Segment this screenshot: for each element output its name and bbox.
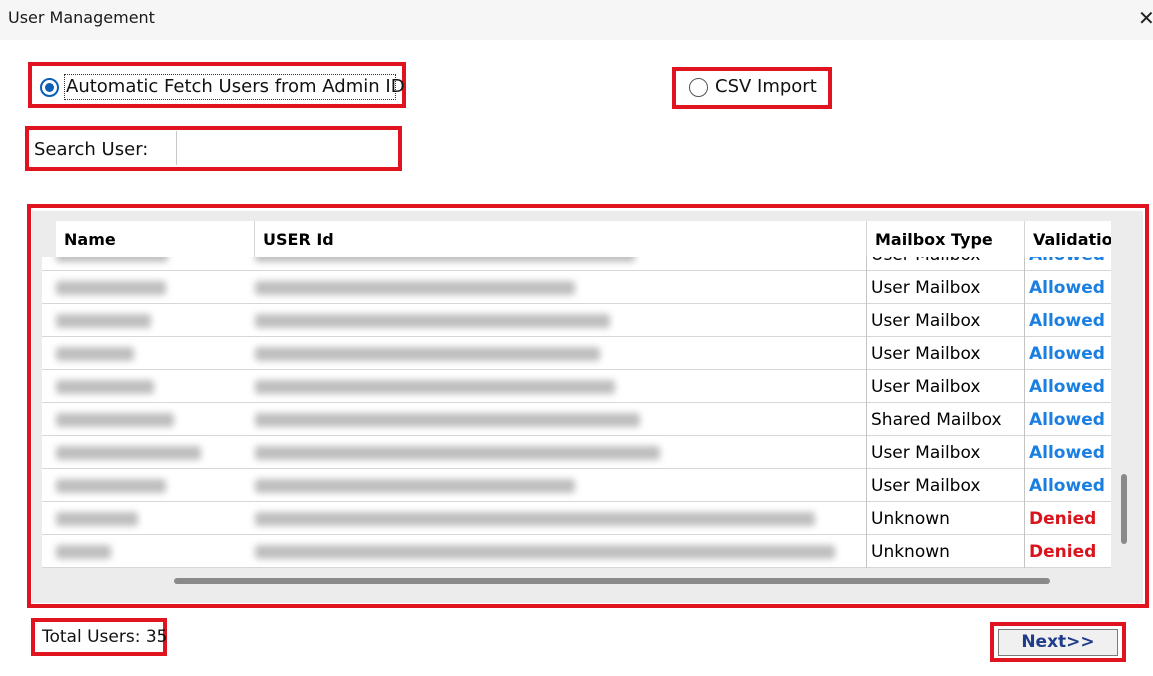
validation-cell: Denied [1024, 502, 1111, 535]
redacted-user-id [255, 413, 640, 427]
table-row[interactable]: Unknown Denied [42, 535, 1111, 568]
table-row[interactable]: User MailboxAllowed [42, 469, 1111, 502]
search-divider [176, 131, 177, 165]
next-button[interactable]: Next>> [998, 629, 1118, 656]
redacted-user-id [255, 347, 600, 361]
validation-cell: Allowed [1024, 337, 1111, 370]
automatic-fetch-label[interactable]: Automatic Fetch Users from Admin ID [66, 76, 405, 97]
validation-cell: Allowed [1024, 469, 1111, 502]
redacted-user-id [255, 257, 635, 262]
mailbox-type-cell: Unknown [866, 502, 1024, 535]
title-bar: User Management ✕ [0, 0, 1153, 40]
validation-cell: Allowed [1024, 271, 1111, 304]
redacted-name [56, 512, 138, 526]
search-label: Search User: [34, 139, 149, 160]
window-title: User Management [8, 8, 155, 27]
validation-cell: Denied [1024, 535, 1111, 568]
table-row[interactable]: User MailboxAllowed [42, 257, 1111, 271]
search-input[interactable] [178, 131, 394, 165]
redacted-name [56, 257, 168, 262]
mailbox-type-cell: User Mailbox [866, 337, 1024, 370]
validation-cell: Allowed [1024, 304, 1111, 337]
vertical-scrollbar[interactable] [1121, 474, 1127, 544]
table-row[interactable]: User MailboxAllowed [42, 271, 1111, 304]
table-row[interactable]: Unknown Denied [42, 502, 1111, 535]
validation-cell: Allowed [1024, 370, 1111, 403]
mailbox-type-cell: User Mailbox [866, 304, 1024, 337]
close-icon[interactable]: ✕ [1138, 6, 1153, 30]
column-header-name[interactable]: Name [56, 221, 254, 257]
redacted-name [56, 347, 134, 361]
redacted-user-id [255, 380, 615, 394]
radio-unselected-icon[interactable] [689, 78, 708, 97]
redacted-name [56, 314, 151, 328]
column-header-mailbox-type[interactable]: Mailbox Type [867, 221, 1024, 257]
validation-cell: Allowed [1024, 257, 1111, 271]
mailbox-type-cell: Unknown [866, 535, 1024, 568]
table-row[interactable]: User MailboxAllowed [42, 337, 1111, 370]
table-row[interactable]: User MailboxAllowed [42, 370, 1111, 403]
mailbox-type-cell: User Mailbox [866, 436, 1024, 469]
redacted-user-id [255, 314, 610, 328]
redacted-user-id [255, 512, 815, 526]
table-row[interactable]: Shared Mailbox Allowed [42, 403, 1111, 436]
table-body: User Mailbox Allowed User Mailbox Allowed Us… [42, 257, 1111, 568]
redacted-name [56, 380, 154, 394]
mailbox-type-cell: User Mailbox [866, 370, 1024, 403]
redacted-name [56, 545, 111, 559]
mailbox-type-cell: User Mailbox [866, 271, 1024, 304]
total-users-label: Total Users: 35 [42, 627, 168, 647]
column-header-validation[interactable]: Validation [1025, 221, 1111, 257]
redacted-user-id [255, 545, 835, 559]
redacted-name [56, 281, 166, 295]
redacted-name [56, 413, 174, 427]
csv-import-label[interactable]: CSV Import [715, 76, 817, 97]
mailbox-type-cell: User Mailbox [866, 257, 1024, 271]
column-header-user-id[interactable]: USER Id [255, 221, 866, 257]
redacted-name [56, 479, 166, 493]
redacted-user-id [255, 446, 660, 460]
mailbox-type-cell: User Mailbox [866, 469, 1024, 502]
table-row[interactable]: User MailboxAllowed [42, 304, 1111, 337]
horizontal-scrollbar[interactable] [174, 578, 1050, 584]
redacted-name [56, 446, 201, 460]
table-row[interactable]: User MailboxAllowed [42, 436, 1111, 469]
validation-cell: Allowed [1024, 436, 1111, 469]
redacted-user-id [255, 479, 575, 493]
table-header: Name USER Id Mailbox Type Validation [56, 221, 1111, 257]
mailbox-type-cell: Shared Mailbox [866, 403, 1024, 436]
radio-selected-icon[interactable] [40, 78, 59, 97]
validation-cell: Allowed [1024, 403, 1111, 436]
redacted-user-id [255, 281, 575, 295]
